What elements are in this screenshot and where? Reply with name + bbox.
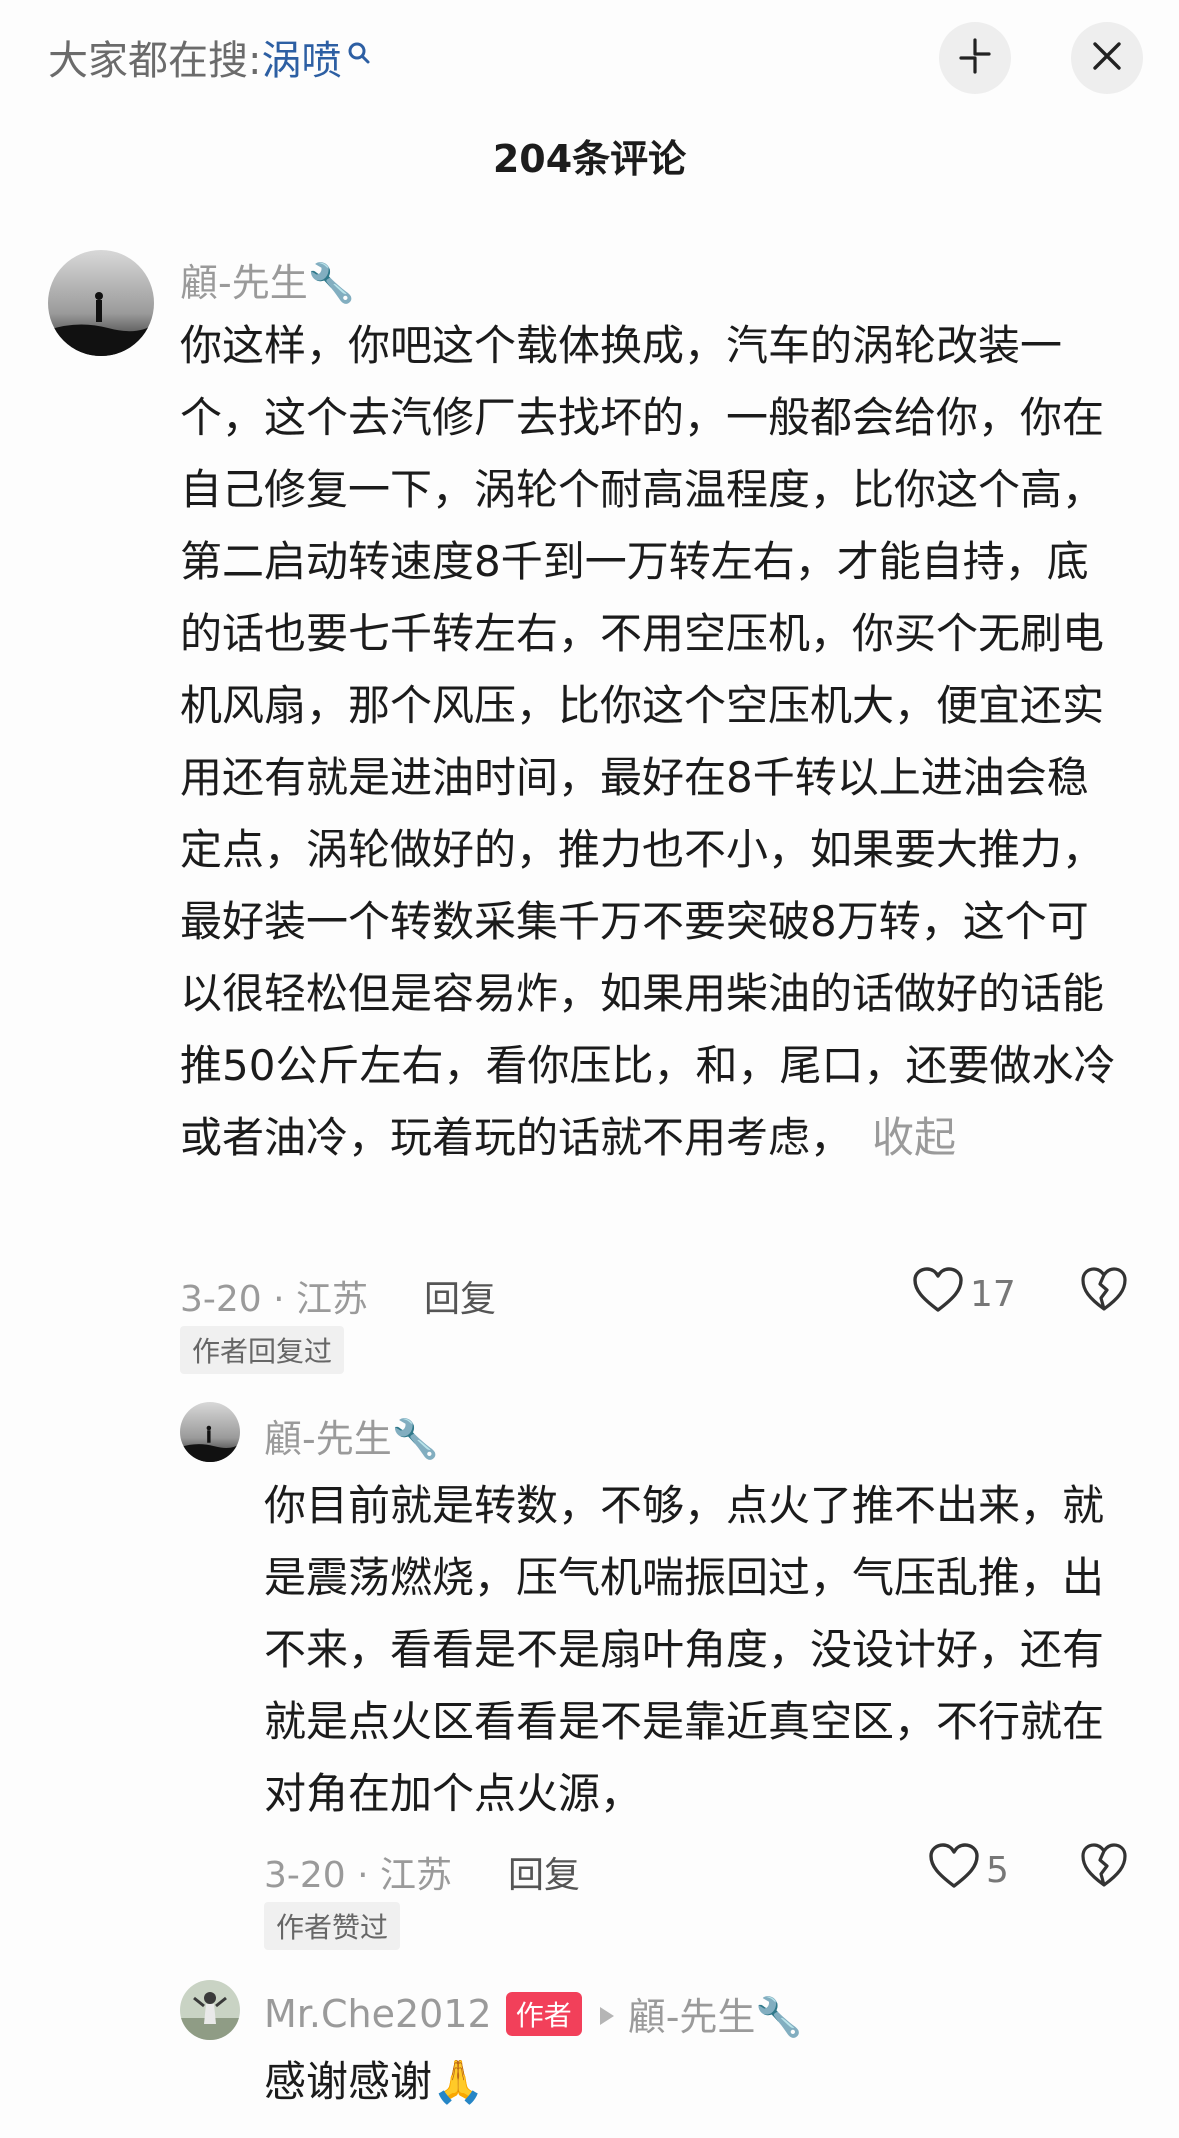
like-count: 17 bbox=[970, 1274, 1016, 1315]
like-count: 5 bbox=[986, 1850, 1009, 1891]
dislike-button[interactable] bbox=[1080, 1842, 1128, 1894]
avatar[interactable] bbox=[180, 1980, 240, 2040]
comment-username[interactable]: 顧-先生🔧 bbox=[180, 252, 355, 307]
reply-arrow-icon bbox=[598, 1992, 616, 2036]
reply-target-username[interactable]: 顧-先生🔧 bbox=[628, 1986, 803, 2041]
top-bar: 大家都在搜: 涡喷 bbox=[0, 0, 1179, 110]
reply-username[interactable]: Mr.Che2012 bbox=[264, 1992, 492, 2036]
hot-search-prefix: 大家都在搜: bbox=[48, 38, 262, 84]
comments-count-title: 204条评论 bbox=[492, 137, 687, 181]
collapse-icon bbox=[955, 36, 995, 80]
reply-date-location: 3-20 · 江苏 bbox=[264, 1855, 453, 1896]
avatar[interactable] bbox=[180, 1402, 240, 1462]
collapse-text-link[interactable]: 收起 bbox=[872, 1113, 956, 1162]
author-liked-tag: 作者赞过 bbox=[264, 1902, 401, 1950]
search-icon bbox=[345, 39, 373, 75]
reply-text: 你目前就是转数，不够，点火了推不出来，就是震荡燃烧，压气机喘振回过，气压乱推，出… bbox=[264, 1481, 1105, 1818]
heart-icon bbox=[928, 1842, 986, 1899]
comment-body: 你这样，你吧这个载体换成，汽车的涡轮改装一个，这个去汽修厂去找坏的，一般都会给你… bbox=[180, 321, 1116, 1162]
comment-text: 你这样，你吧这个载体换成，汽车的涡轮改装一个，这个去汽修厂去找坏的，一般都会给你… bbox=[180, 310, 1120, 1174]
reply-username[interactable]: 顧-先生🔧 bbox=[264, 1408, 439, 1463]
like-button[interactable]: 17 bbox=[912, 1266, 1016, 1323]
reply-button[interactable]: 回复 bbox=[508, 1846, 580, 1898]
hot-search-keyword[interactable]: 涡喷 bbox=[261, 28, 341, 86]
reply-button[interactable]: 回复 bbox=[424, 1270, 496, 1322]
broken-heart-icon bbox=[1080, 1267, 1128, 1318]
author-badge: 作者 bbox=[505, 1991, 582, 2036]
heart-icon bbox=[912, 1266, 970, 1323]
close-button[interactable] bbox=[1071, 22, 1143, 94]
comments-panel: 大家都在搜: 涡喷 204条评论 顧-先生🔧 你这样，你吧这个载体换成，汽车的涡… bbox=[0, 0, 1179, 2138]
dislike-button[interactable] bbox=[1080, 1266, 1128, 1318]
reply-text: 感谢感谢🙏 bbox=[264, 2057, 485, 2106]
hot-search[interactable]: 大家都在搜: 涡喷 bbox=[48, 28, 373, 86]
author-replied-tag: 作者回复过 bbox=[180, 1326, 345, 1374]
like-button[interactable]: 5 bbox=[928, 1842, 1009, 1899]
comment-date-location: 3-20 · 江苏 bbox=[180, 1279, 369, 1320]
reply-header: Mr.Che2012 作者 顧-先生🔧 bbox=[264, 1986, 803, 2041]
close-icon bbox=[1089, 38, 1125, 78]
collapse-button[interactable] bbox=[939, 22, 1011, 94]
avatar[interactable] bbox=[48, 250, 154, 356]
broken-heart-icon bbox=[1080, 1843, 1128, 1894]
